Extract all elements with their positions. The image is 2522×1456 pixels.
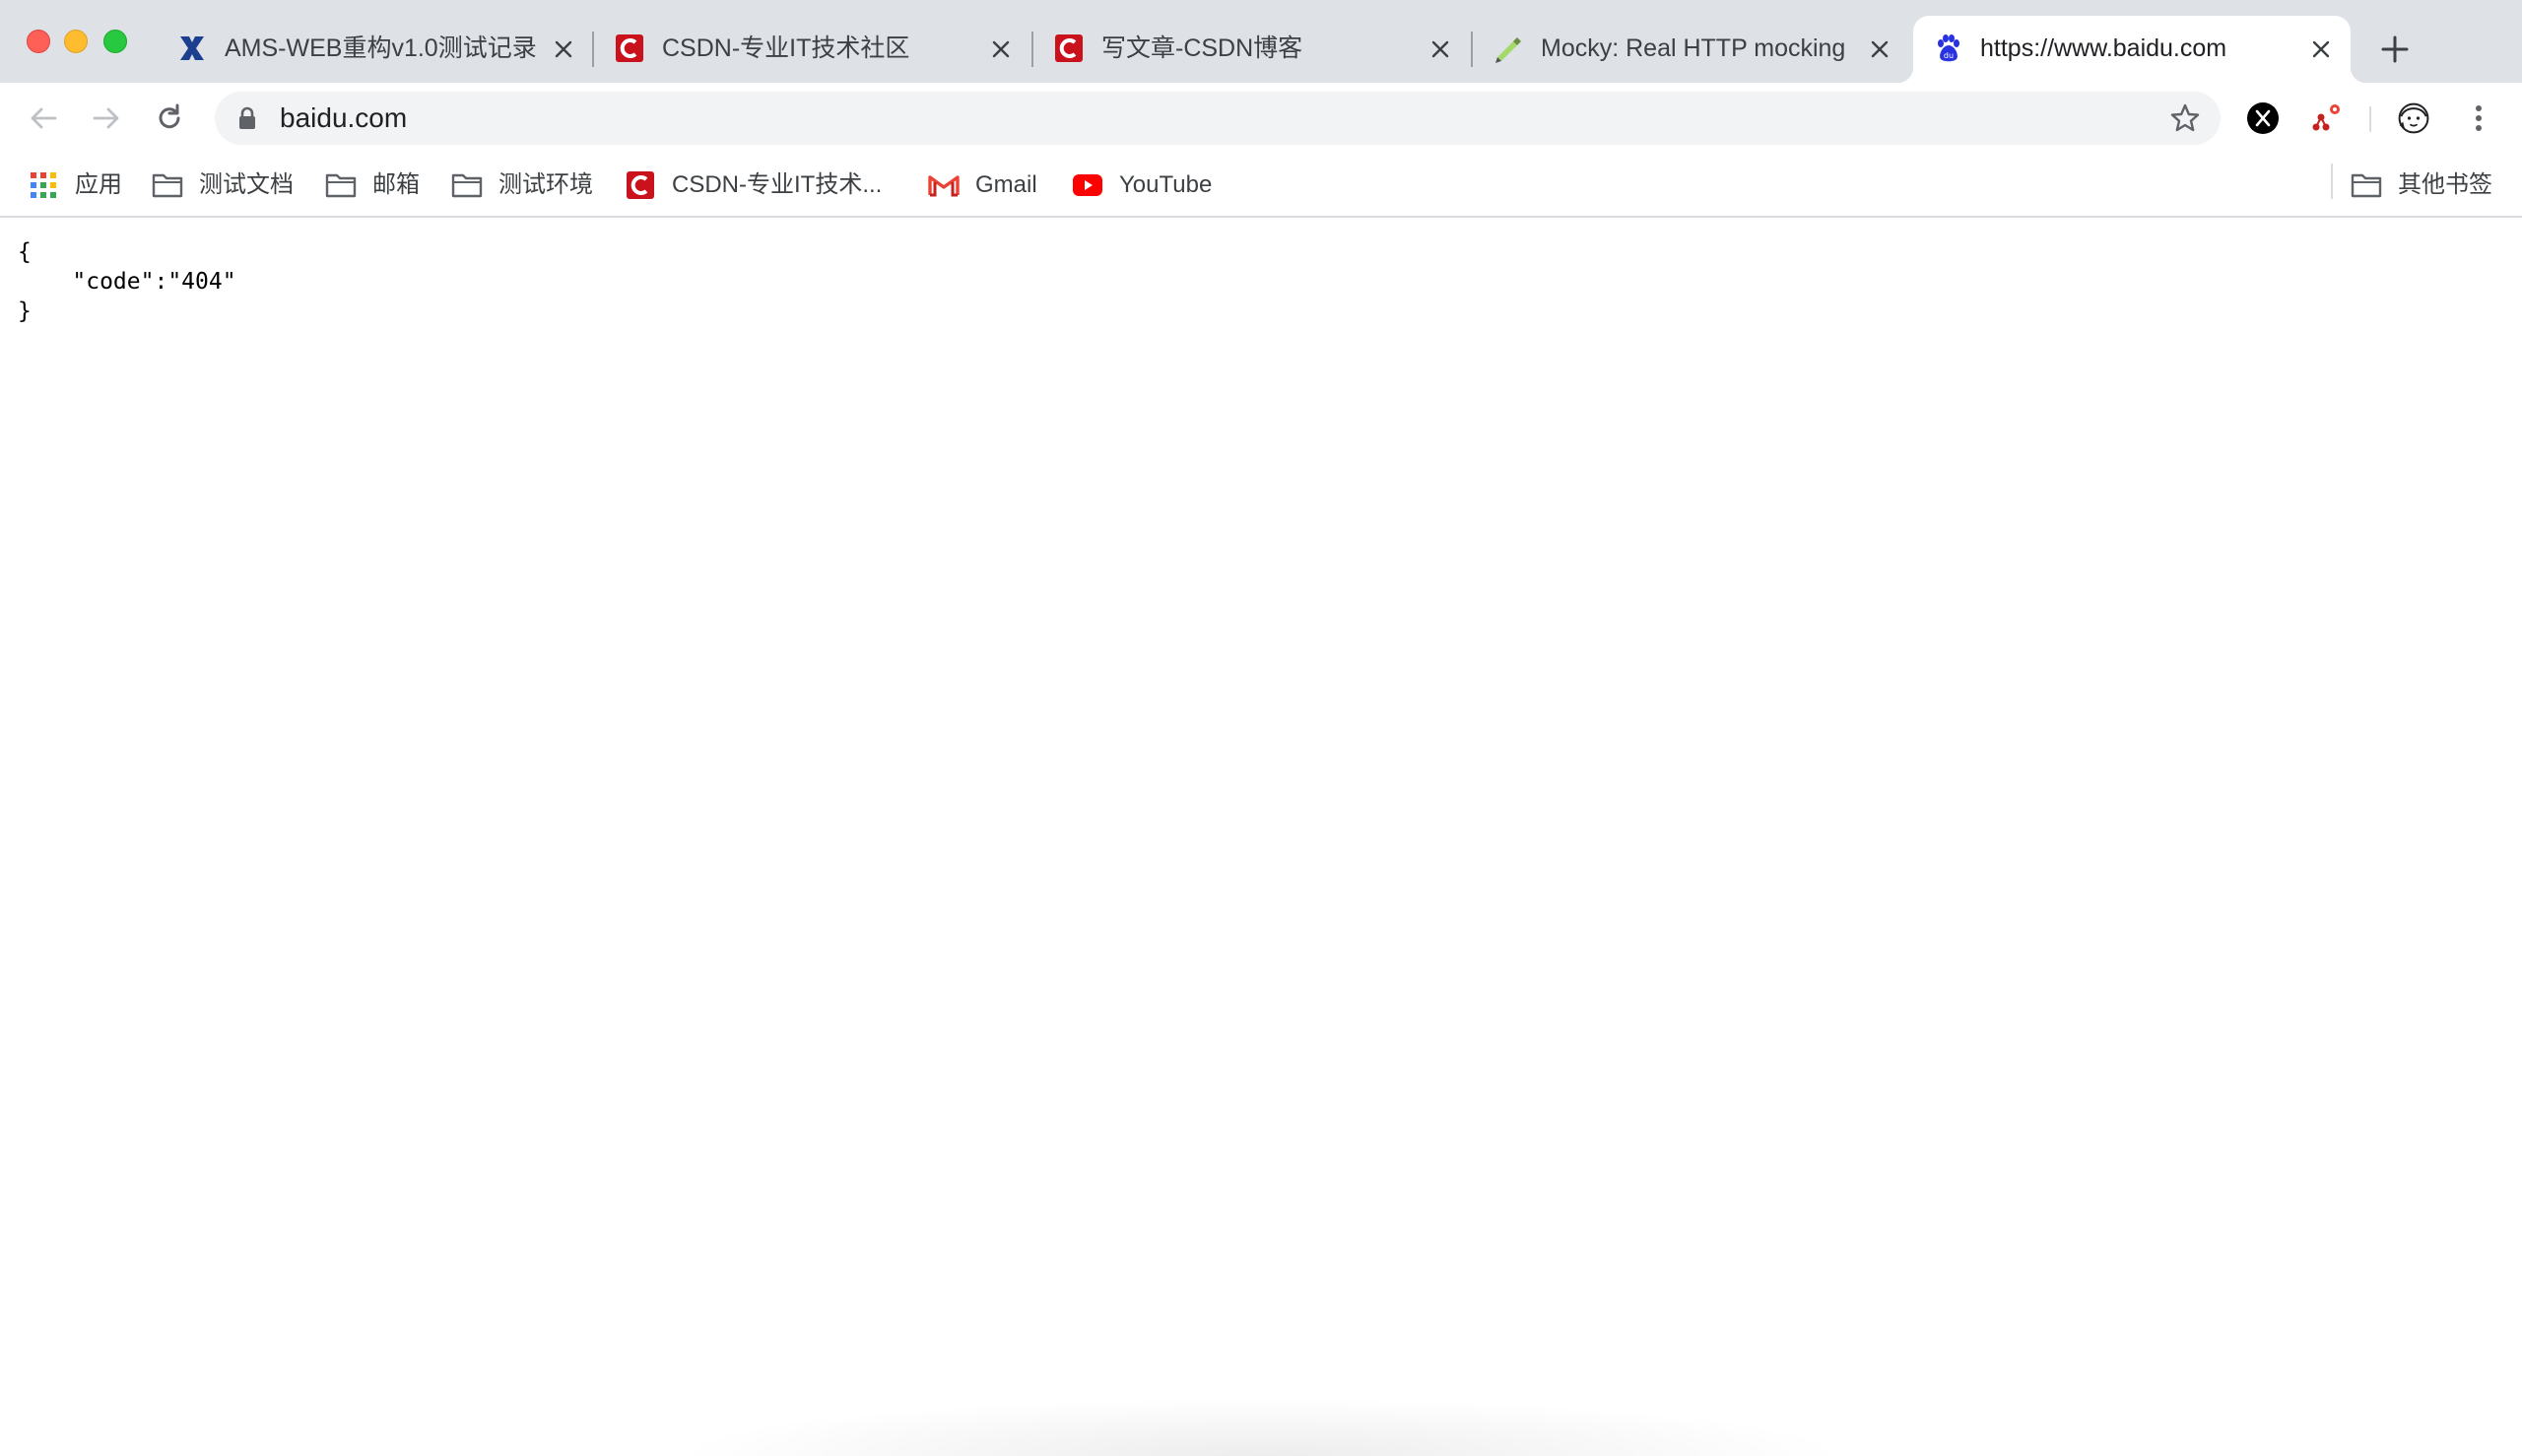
bookmark-label: 测试文档: [199, 171, 294, 198]
tab-mocky[interactable]: Mocky: Real HTTP mocking: [1474, 16, 1907, 83]
tab-title: CSDN-专业IT技术社区: [662, 34, 910, 62]
svg-text:du: du: [1944, 51, 1954, 60]
bookmark-folder-test-docs[interactable]: 测试文档: [152, 165, 294, 205]
gmail-icon: [928, 169, 960, 201]
csdn-icon: [625, 169, 656, 201]
plus-icon: [2381, 35, 2409, 63]
bookmark-folder-test-env[interactable]: 测试环境: [451, 165, 593, 205]
bookmark-label: Gmail: [975, 171, 1037, 198]
apps-grid-icon: [28, 169, 59, 201]
toolbar: baidu.com: [0, 83, 2522, 154]
bookmark-label: 应用: [75, 171, 122, 198]
bookmark-apps[interactable]: 应用: [28, 165, 122, 205]
tab-title: https://www.baidu.com: [1980, 34, 2227, 62]
tab-separator: [592, 32, 594, 67]
reload-button[interactable]: [150, 99, 189, 138]
bookmark-label: YouTube: [1119, 171, 1213, 198]
xmind-x-icon: [177, 33, 207, 63]
toolbar-separator: [2369, 106, 2371, 132]
close-window-button[interactable]: [27, 30, 50, 53]
bookmark-label: 其他书签: [2398, 171, 2492, 198]
tab-title: AMS-WEB重构v1.0测试记录: [225, 34, 537, 62]
page-content: { "code":"404" }: [0, 220, 2522, 1456]
folder-icon: [2351, 169, 2382, 201]
bookmark-gmail[interactable]: Gmail: [928, 165, 1037, 205]
bottom-shadow: [670, 1397, 1852, 1456]
bookmark-label: CSDN-专业IT技术...: [672, 171, 883, 198]
xmind-extension-icon[interactable]: [2245, 100, 2281, 136]
close-tab-icon[interactable]: [1866, 35, 1893, 63]
close-tab-icon[interactable]: [2307, 35, 2335, 63]
json-response-text: { "code":"404" }: [18, 239, 236, 324]
reload-icon: [159, 103, 180, 129]
baidu-paw-icon: du: [1933, 33, 1962, 63]
tab-ams-web[interactable]: AMS-WEB重构v1.0测试记录: [158, 16, 591, 83]
mocky-icon: [1493, 33, 1523, 63]
bookmark-label: 测试环境: [498, 171, 593, 198]
bookmark-youtube[interactable]: YouTube: [1072, 165, 1212, 205]
tab-separator: [1031, 32, 1033, 67]
back-button[interactable]: [24, 99, 63, 138]
tab-strip: AMS-WEB重构v1.0测试记录 CSDN-专业IT技术社区 写文章-CSDN…: [0, 0, 2522, 83]
folder-icon: [451, 169, 483, 201]
bookmark-label: 邮箱: [372, 171, 420, 198]
bookmark-folder-mailbox[interactable]: 邮箱: [325, 165, 420, 205]
url-text[interactable]: baidu.com: [280, 102, 407, 134]
bookmark-csdn[interactable]: CSDN-专业IT技术...: [625, 165, 882, 205]
folder-icon: [325, 169, 357, 201]
lock-icon[interactable]: [236, 106, 258, 130]
bookmark-star-icon[interactable]: [2169, 102, 2201, 134]
tab-baidu[interactable]: du https://www.baidu.com: [1897, 16, 2366, 83]
menu-kebab-icon[interactable]: [2461, 100, 2496, 136]
minimize-window-button[interactable]: [64, 30, 88, 53]
bookmark-other[interactable]: 其他书签: [2351, 165, 2492, 205]
profile-avatar[interactable]: [2396, 100, 2431, 136]
close-tab-icon[interactable]: [550, 35, 577, 63]
bookmarks-separator: [2331, 164, 2333, 199]
forward-button[interactable]: [87, 99, 126, 138]
tab-title: 写文章-CSDN博客: [1101, 34, 1303, 62]
tab-csdn[interactable]: CSDN-专业IT技术社区: [595, 16, 1029, 83]
network-extension-icon[interactable]: [2307, 100, 2343, 136]
folder-icon: [152, 169, 183, 201]
new-tab-button[interactable]: [2377, 32, 2413, 67]
tab-separator: [1471, 32, 1473, 67]
csdn-icon: [1054, 33, 1084, 63]
bookmarks-bar: 应用 测试文档 邮箱 测试环境 CSDN-专业IT技术... Gmail You…: [0, 154, 2522, 218]
tab-title: Mocky: Real HTTP mocking: [1541, 34, 1846, 62]
csdn-icon: [615, 33, 644, 63]
zoom-window-button[interactable]: [103, 30, 127, 53]
forward-arrow-icon: [93, 107, 119, 129]
close-tab-icon[interactable]: [1427, 35, 1454, 63]
address-bar[interactable]: baidu.com: [215, 92, 2221, 145]
close-tab-icon[interactable]: [987, 35, 1015, 63]
youtube-icon: [1072, 169, 1103, 201]
back-arrow-icon: [31, 107, 57, 129]
tab-csdn-write[interactable]: 写文章-CSDN博客: [1034, 16, 1468, 83]
